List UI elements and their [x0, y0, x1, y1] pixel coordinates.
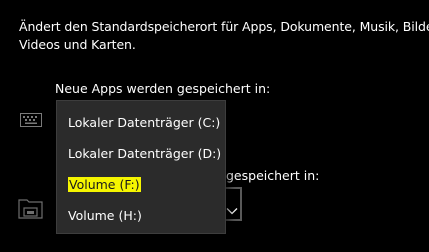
dropdown-option-f[interactable]: Volume (F:)	[57, 170, 225, 200]
dropdown-option-label: Lokaler Datenträger (D:)	[68, 146, 222, 161]
location-dropdown-list[interactable]: Lokaler Datenträger (C:) Lokaler Datentr…	[56, 100, 226, 234]
description-line-1: Ändert den Standardspeicherort für Apps,…	[19, 19, 429, 34]
description-line-2: Videos und Karten.	[19, 37, 136, 52]
dropdown-option-d[interactable]: Lokaler Datenträger (D:)	[57, 139, 225, 169]
folder-icon	[18, 196, 44, 220]
dropdown-option-label-highlighted: Volume (F:)	[68, 177, 141, 192]
dropdown-option-c[interactable]: Lokaler Datenträger (C:)	[57, 108, 225, 138]
dropdown-option-label: Lokaler Datenträger (C:)	[68, 115, 221, 130]
chevron-down-icon[interactable]	[226, 200, 238, 215]
second-section-label: gespeichert in:	[226, 168, 320, 183]
keyboard-icon	[20, 112, 42, 127]
storage-description: Ändert den Standardspeicherort für Apps,…	[19, 18, 429, 54]
dropdown-option-h[interactable]: Volume (H:)	[57, 201, 225, 231]
new-apps-label: Neue Apps werden gespeichert in:	[55, 81, 271, 96]
dropdown-option-label: Volume (H:)	[68, 208, 142, 223]
